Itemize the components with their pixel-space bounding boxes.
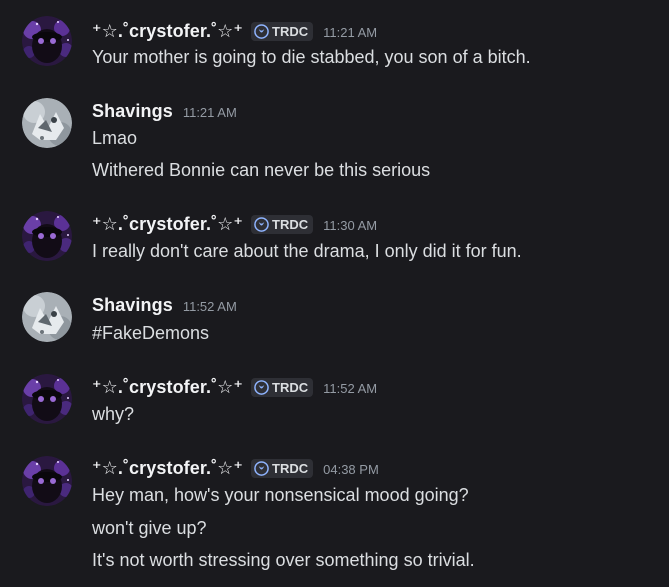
moon-badge-icon — [254, 217, 269, 232]
avatar[interactable] — [22, 98, 72, 148]
timestamp[interactable]: 11:52 AM — [183, 299, 237, 314]
timestamp[interactable]: 11:30 AM — [323, 218, 377, 233]
avatar-crystofer — [22, 16, 72, 66]
server-tag-label: TRDC — [272, 379, 309, 395]
message-header: ⁺☆.˚crystofer.˚☆⁺ TRDC 04:38 PM — [92, 456, 379, 480]
message-header: Shavings 11:52 AM — [92, 293, 237, 317]
message-text: why? — [92, 404, 135, 424]
server-tag-label: TRDC — [272, 460, 309, 476]
username[interactable]: ⁺☆.˚crystofer.˚☆⁺ — [92, 458, 243, 479]
message-text: Hey man, how's your nonsensical mood goi… — [92, 485, 469, 505]
avatar[interactable] — [22, 16, 72, 66]
avatar-shavings — [22, 292, 72, 342]
message-text: It's not worth stressing over something … — [92, 550, 475, 570]
message-text: Your mother is going to die stabbed, you… — [92, 47, 531, 67]
message-text: Withered Bonnie can never be this seriou… — [92, 160, 431, 180]
server-tag[interactable]: TRDC — [251, 377, 314, 397]
message-header: ⁺☆.˚crystofer.˚☆⁺ TRDC 11:52 AM — [92, 375, 377, 399]
timestamp[interactable]: 11:52 AM — [323, 381, 377, 396]
server-tag[interactable]: TRDC — [251, 458, 314, 478]
avatar[interactable] — [22, 211, 72, 261]
username[interactable]: Shavings — [92, 295, 173, 316]
timestamp[interactable]: 11:21 AM — [323, 25, 377, 40]
message-header: ⁺☆.˚crystofer.˚☆⁺ TRDC 11:30 AM — [92, 212, 377, 236]
timestamp[interactable]: 04:38 PM — [323, 462, 379, 477]
moon-badge-icon — [254, 24, 269, 39]
chat-log: ⁺☆.˚crystofer.˚☆⁺ TRDC 11:21 AM Your mot… — [0, 0, 669, 587]
message-text: I really don't care about the drama, I o… — [92, 241, 522, 261]
moon-badge-icon — [254, 380, 269, 395]
avatar-crystofer — [22, 211, 72, 261]
server-tag[interactable]: TRDC — [251, 214, 314, 234]
avatar-crystofer — [22, 374, 72, 424]
avatar-shavings — [22, 98, 72, 148]
avatar[interactable] — [22, 292, 72, 342]
username[interactable]: ⁺☆.˚crystofer.˚☆⁺ — [92, 214, 243, 235]
avatar[interactable] — [22, 456, 72, 506]
message-text: Lmao — [92, 128, 138, 148]
message-text: won't give up? — [92, 518, 207, 538]
message-header: ⁺☆.˚crystofer.˚☆⁺ TRDC 11:21 AM — [92, 19, 377, 43]
message-text: #FakeDemons — [92, 323, 210, 343]
server-tag[interactable]: TRDC — [251, 21, 314, 41]
username[interactable]: Shavings — [92, 101, 173, 122]
server-tag-label: TRDC — [272, 23, 309, 39]
server-tag-label: TRDC — [272, 216, 309, 232]
moon-badge-icon — [254, 461, 269, 476]
avatar-crystofer — [22, 456, 72, 506]
message-header: Shavings 11:21 AM — [92, 99, 237, 123]
username[interactable]: ⁺☆.˚crystofer.˚☆⁺ — [92, 377, 243, 398]
avatar[interactable] — [22, 374, 72, 424]
username[interactable]: ⁺☆.˚crystofer.˚☆⁺ — [92, 21, 243, 42]
timestamp[interactable]: 11:21 AM — [183, 105, 237, 120]
